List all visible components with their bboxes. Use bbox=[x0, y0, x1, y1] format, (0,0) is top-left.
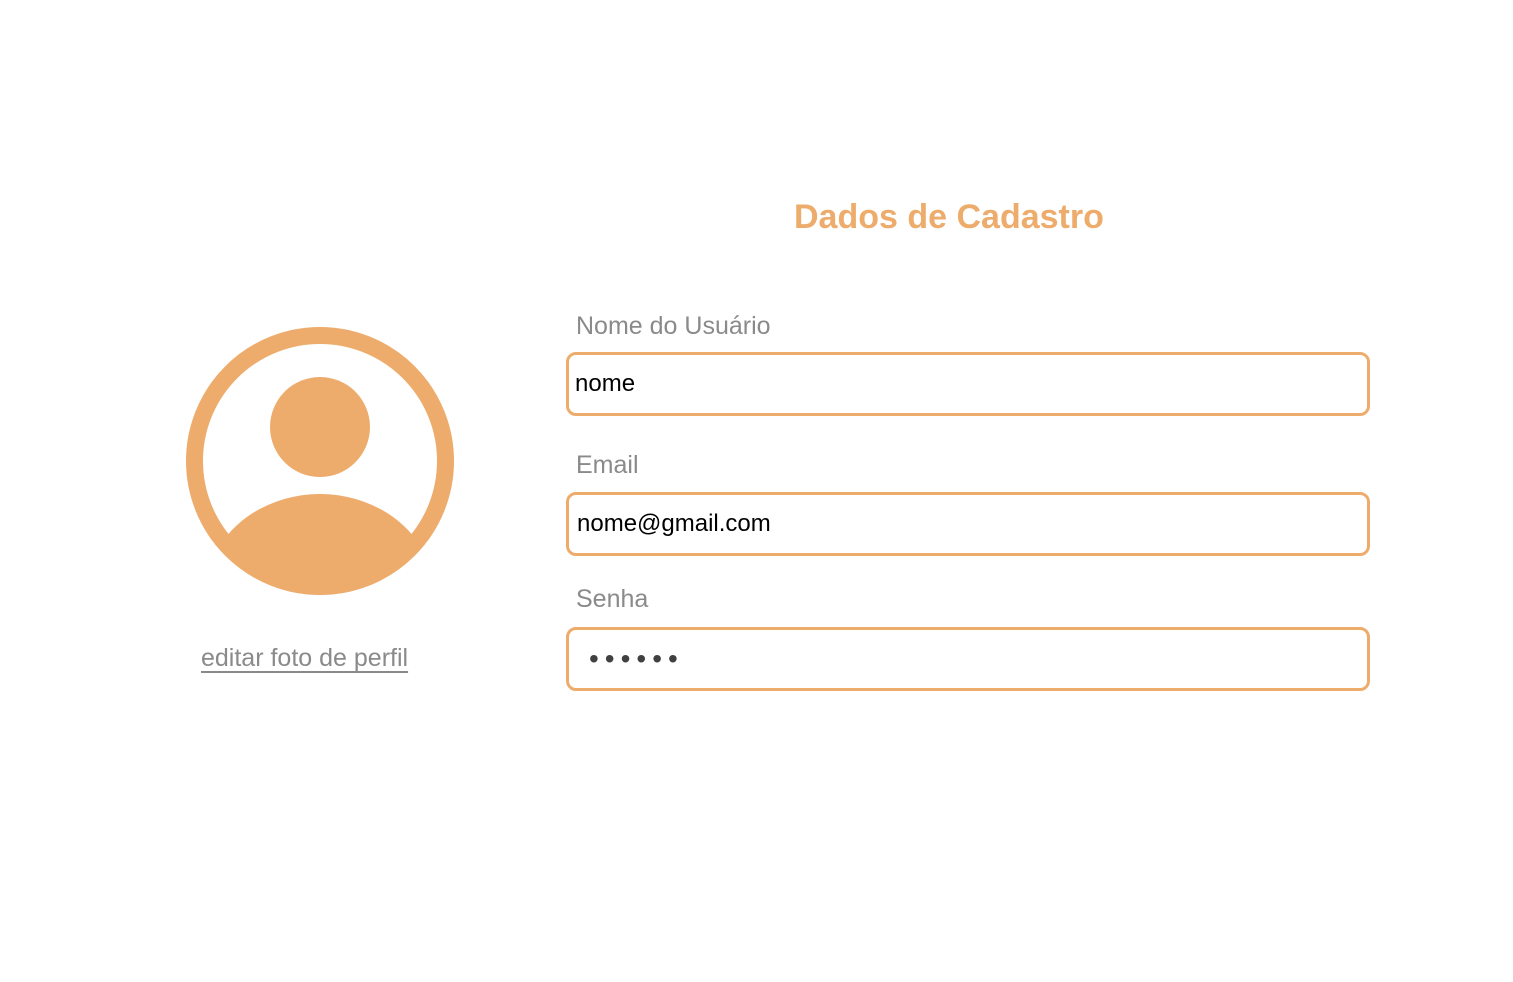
page-title: Dados de Cadastro bbox=[794, 198, 1104, 236]
user-avatar-icon bbox=[186, 327, 454, 595]
profile-avatar[interactable] bbox=[186, 327, 454, 595]
email-label: Email bbox=[576, 451, 639, 479]
edit-profile-photo-link[interactable]: editar foto de perfil bbox=[201, 640, 441, 676]
password-input[interactable] bbox=[566, 627, 1370, 691]
password-label: Senha bbox=[576, 585, 649, 613]
username-input[interactable] bbox=[566, 352, 1370, 416]
email-input[interactable] bbox=[566, 492, 1370, 556]
username-label: Nome do Usuário bbox=[576, 312, 771, 340]
